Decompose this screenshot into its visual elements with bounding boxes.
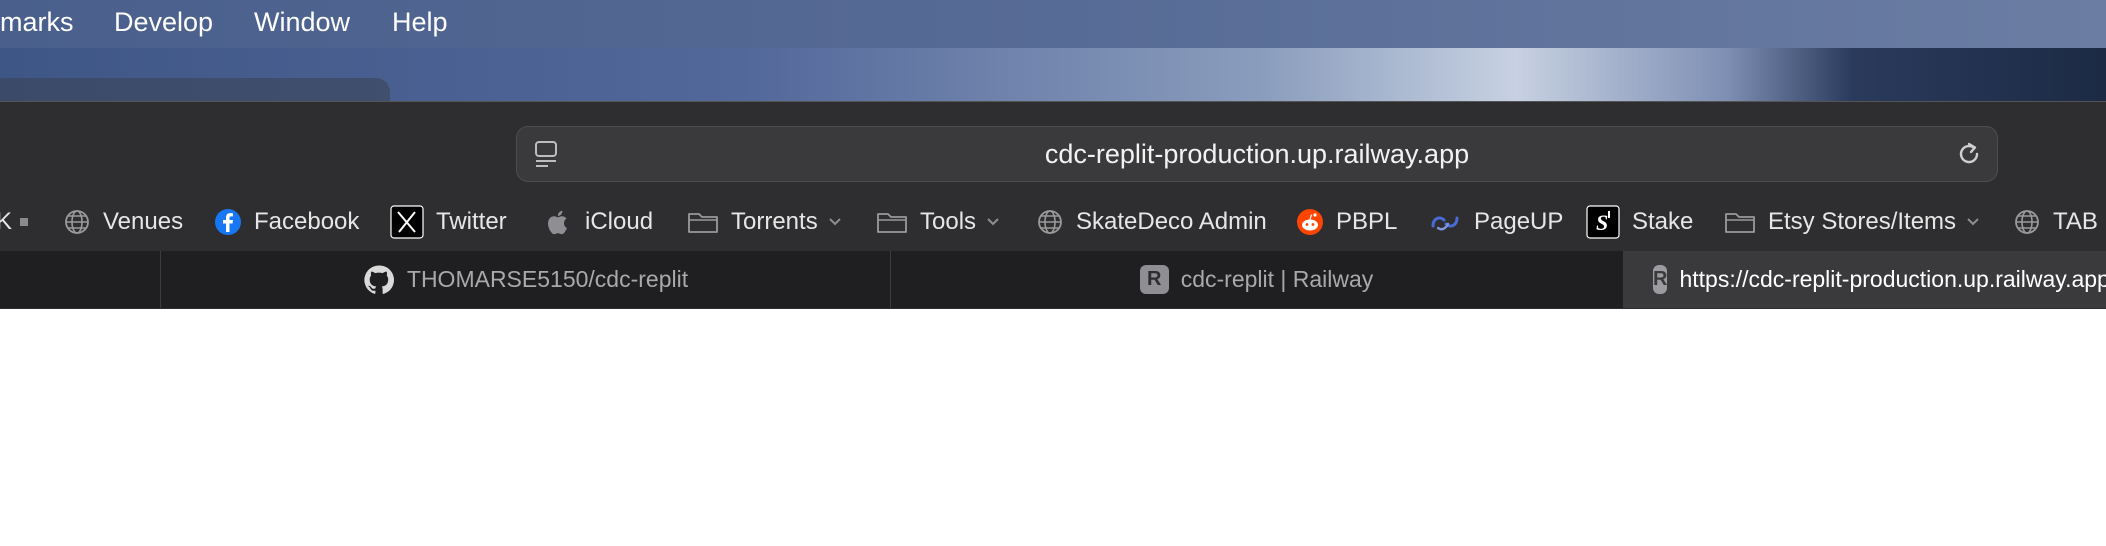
- bookmark-facebook[interactable]: Facebook: [214, 196, 359, 248]
- facebook-icon: [215, 209, 241, 235]
- tab-title: https://cdc-replit-production.up.railway…: [1679, 266, 2106, 292]
- tab-title: THOMARSE5150/cdc-replit: [406, 266, 689, 292]
- bookmark-stake[interactable]: S Stake: [1586, 196, 1693, 248]
- folder-icon: [688, 213, 718, 233]
- bookmark-label: Venues: [103, 208, 184, 235]
- reddit-icon: [1297, 209, 1323, 235]
- menu-help[interactable]: Help: [392, 7, 448, 38]
- bookmark-icloud[interactable]: iCloud: [545, 196, 653, 248]
- chevron-down-icon: [828, 218, 841, 226]
- bookmark-label: Torrents: [731, 208, 818, 235]
- bookmark-label: Etsy Stores/Items: [1768, 208, 1957, 235]
- bookmark-twitter[interactable]: Twitter: [390, 196, 507, 248]
- bookmark-label: PageUP: [1474, 208, 1564, 235]
- bookmark-skatedeco-admin[interactable]: SkateDeco Admin: [1036, 196, 1267, 248]
- svg-text:S: S: [1596, 210, 1608, 235]
- globe-icon: [65, 210, 89, 234]
- tab-github[interactable]: THOMARSE5150/cdc-replit: [161, 251, 890, 308]
- bookmark-folder-etsy[interactable]: Etsy Stores/Items: [1724, 196, 1980, 248]
- folder-icon: [877, 213, 907, 233]
- reload-icon[interactable]: [1955, 140, 1983, 168]
- chevron-down-icon: [987, 218, 999, 226]
- stake-icon: S: [1586, 205, 1620, 239]
- bookmark-label: Facebook: [254, 208, 360, 235]
- pageup-icon: [1431, 216, 1459, 231]
- tab-railway[interactable]: R cdc-replit | Railway: [891, 251, 1622, 308]
- globe-icon: [1038, 210, 1062, 234]
- bookmark-label: PBPL: [1336, 208, 1398, 235]
- bookmarks-bar: K Venues Facebook Twitter iCloud Torrent…: [0, 196, 2106, 248]
- github-icon: [364, 264, 394, 294]
- bookmark-label: TAB: [2053, 208, 2098, 235]
- menu-bookmarks[interactable]: marks: [0, 7, 74, 38]
- x-twitter-icon: [390, 205, 424, 239]
- railway-r-icon: R: [1139, 265, 1169, 294]
- tab-title: cdc-replit | Railway: [1180, 266, 1374, 292]
- bookmark-label: SkateDeco Admin: [1076, 208, 1267, 235]
- address-bar[interactable]: cdc-replit-production.up.railway.app: [516, 126, 1998, 182]
- bookmark-label: Stake: [1632, 208, 1694, 235]
- tab-bar: THOMARSE5150/cdc-replit R cdc-replit | R…: [0, 251, 2106, 308]
- folder-icon: [1725, 213, 1755, 233]
- railway-r-icon: R: [1653, 265, 1668, 294]
- menu-window[interactable]: Window: [254, 7, 350, 38]
- tab-active-app[interactable]: R https://cdc-replit-production.up.railw…: [1623, 251, 2106, 308]
- globe-icon: [2015, 210, 2039, 234]
- apple-icon: [548, 210, 567, 235]
- bookmark-venues[interactable]: Venues: [63, 196, 183, 248]
- bookmark-label: Tools: [920, 208, 977, 235]
- bookmark-pageup[interactable]: PageUP: [1428, 196, 1563, 248]
- chevron-down-icon: [1967, 218, 1979, 226]
- overflow-square-icon: [20, 218, 29, 226]
- bookmark-partial[interactable]: K: [0, 196, 29, 248]
- bookmark-label: K: [0, 208, 13, 235]
- bookmark-folder-torrents[interactable]: Torrents: [687, 196, 842, 248]
- menu-develop[interactable]: Develop: [114, 7, 213, 38]
- menu-bar: marks Develop Window Help: [0, 0, 2106, 48]
- bookmark-tab[interactable]: TAB: [2013, 196, 2098, 248]
- desktop-wallpaper: [0, 48, 2106, 108]
- bookmark-label: iCloud: [585, 208, 654, 235]
- bookmark-folder-tools[interactable]: Tools: [876, 196, 1000, 248]
- page-content: [0, 309, 2106, 546]
- url-text[interactable]: cdc-replit-production.up.railway.app: [517, 139, 1997, 170]
- bookmark-pbpl[interactable]: PBPL: [1296, 196, 1397, 248]
- bookmark-label: Twitter: [436, 208, 507, 235]
